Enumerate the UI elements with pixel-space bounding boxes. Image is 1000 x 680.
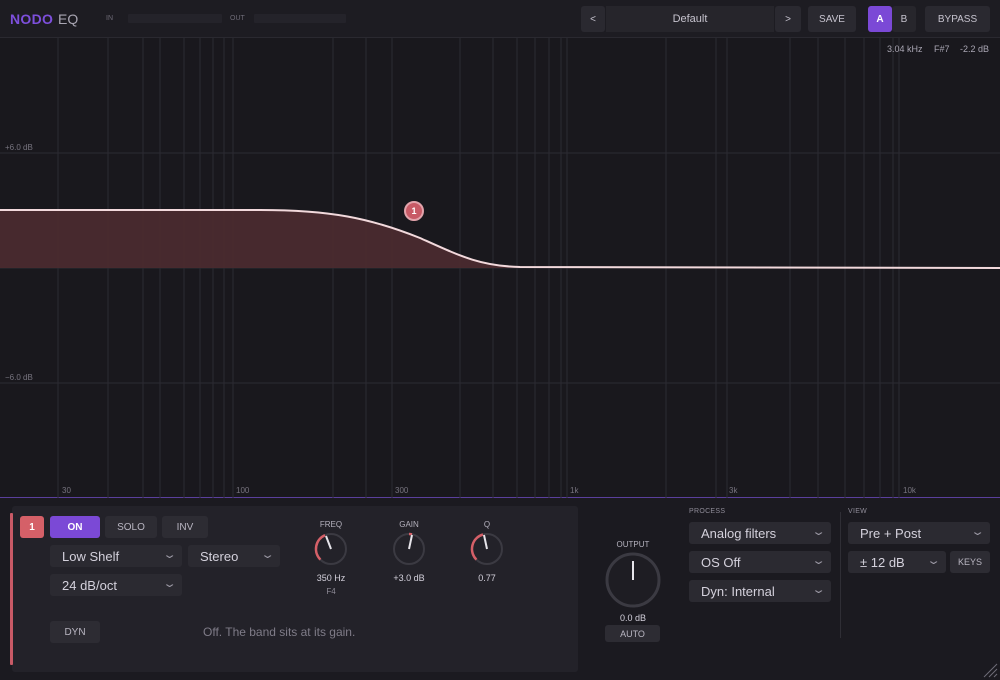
eq-curve-svg <box>0 38 1000 498</box>
output-auto-button[interactable]: AUTO <box>605 625 660 642</box>
bypass-button[interactable]: BYPASS <box>925 6 990 32</box>
process-section-label: PROCESS <box>689 508 726 515</box>
preset-prev-button[interactable]: < <box>581 6 605 32</box>
chevron-down-icon: ⌄ <box>811 584 826 596</box>
freq-note: F4 <box>326 587 336 596</box>
save-button[interactable]: SAVE <box>808 6 856 32</box>
view-mode-dropdown[interactable]: Pre + Post ⌄ <box>848 522 990 544</box>
brand-product: EQ <box>58 11 79 27</box>
freq-knob-value: 350 Hz <box>316 573 346 583</box>
section-divider <box>840 512 841 638</box>
output-value: 0.0 dB <box>619 613 647 623</box>
freq-label-30: 30 <box>62 486 71 495</box>
channel-dropdown[interactable]: Stereo ⌄ <box>188 545 280 567</box>
chevron-down-icon: ⌄ <box>811 555 826 567</box>
channel-value: Stereo <box>200 548 239 564</box>
filter-mode-dropdown[interactable]: Analog filters ⌄ <box>689 522 831 544</box>
slope-dropdown[interactable]: 24 dB/oct ⌄ <box>50 574 182 596</box>
resize-grip-icon[interactable] <box>982 662 998 678</box>
chevron-down-icon: ⌄ <box>970 526 985 538</box>
band-invert-button[interactable]: INV <box>162 516 208 538</box>
filter-type-dropdown[interactable]: Low Shelf ⌄ <box>50 545 182 567</box>
oversampling-value: OS Off <box>701 554 741 570</box>
freq-label-3k: 3k <box>729 486 738 495</box>
freq-label-300: 300 <box>395 486 409 495</box>
range-dropdown[interactable]: ± 12 dB ⌄ <box>848 551 946 573</box>
range-value: ± 12 dB <box>860 554 905 570</box>
freq-label-10k: 10k <box>903 486 916 495</box>
band-number-badge[interactable]: 1 <box>20 516 44 538</box>
filter-type-value: Low Shelf <box>62 548 120 564</box>
oversampling-dropdown[interactable]: OS Off ⌄ <box>689 551 831 573</box>
band-on-button[interactable]: ON <box>50 516 100 538</box>
view-section-label: VIEW <box>848 508 868 515</box>
output-label: OUTPUT <box>616 540 650 549</box>
chevron-down-icon: ⌄ <box>260 549 275 561</box>
chevron-down-icon: ⌄ <box>162 549 177 561</box>
dyn-source-value: Dyn: Internal <box>701 583 775 599</box>
preset-next-button[interactable]: > <box>775 6 801 32</box>
freq-knob-label: FREQ <box>319 520 343 529</box>
band-color-strip <box>10 513 13 665</box>
db-label-minus6: −6.0 dB <box>5 373 33 382</box>
ab-b-button[interactable]: B <box>892 6 916 32</box>
view-mode-value: Pre + Post <box>860 525 922 541</box>
top-bar: NODO EQ IN OUT < Default > SAVE A B BYPA… <box>0 0 1000 38</box>
band-solo-button[interactable]: SOLO <box>105 516 157 538</box>
cursor-gain-readout: -2.2 dB <box>960 44 990 54</box>
freq-knob[interactable] <box>313 531 349 567</box>
keys-button[interactable]: KEYS <box>950 551 990 573</box>
dynamics-button[interactable]: DYN <box>50 621 100 643</box>
freq-label-1k: 1k <box>570 486 579 495</box>
output-knob[interactable] <box>603 550 663 610</box>
gain-knob-value: +3.0 dB <box>393 573 425 583</box>
chevron-down-icon: ⌄ <box>162 578 177 590</box>
chevron-down-icon: ⌄ <box>811 526 826 538</box>
input-meter <box>128 14 222 23</box>
preset-name[interactable]: Default <box>606 6 774 32</box>
output-meter <box>254 14 346 23</box>
gain-knob[interactable] <box>391 531 427 567</box>
freq-label-100: 100 <box>236 486 250 495</box>
chevron-down-icon: ⌄ <box>926 555 941 567</box>
q-knob[interactable] <box>469 531 505 567</box>
dyn-source-dropdown[interactable]: Dyn: Internal ⌄ <box>689 580 831 602</box>
filter-mode-value: Analog filters <box>701 525 777 541</box>
q-knob-label: Q <box>483 520 491 529</box>
brand-logo: NODO <box>10 11 54 27</box>
output-meter-label: OUT <box>230 15 245 22</box>
eq-curve-fill <box>0 210 640 268</box>
cursor-note-readout: F#7 <box>934 44 950 54</box>
ab-a-button[interactable]: A <box>868 6 892 32</box>
band-1-node[interactable]: 1 <box>404 201 424 221</box>
slope-value: 24 dB/oct <box>62 577 117 593</box>
cursor-freq-readout: 3.04 kHz <box>887 44 923 54</box>
eq-graph[interactable]: 3.04 kHz F#7 -2.2 dB +6.0 dB −6.0 dB 30 … <box>0 38 1000 498</box>
db-label-plus6: +6.0 dB <box>5 143 33 152</box>
input-meter-label: IN <box>106 15 113 22</box>
dynamics-status-text: Off. The band sits at its gain. <box>203 625 356 639</box>
q-knob-value: 0.77 <box>478 573 496 583</box>
gain-knob-label: GAIN <box>399 520 419 529</box>
